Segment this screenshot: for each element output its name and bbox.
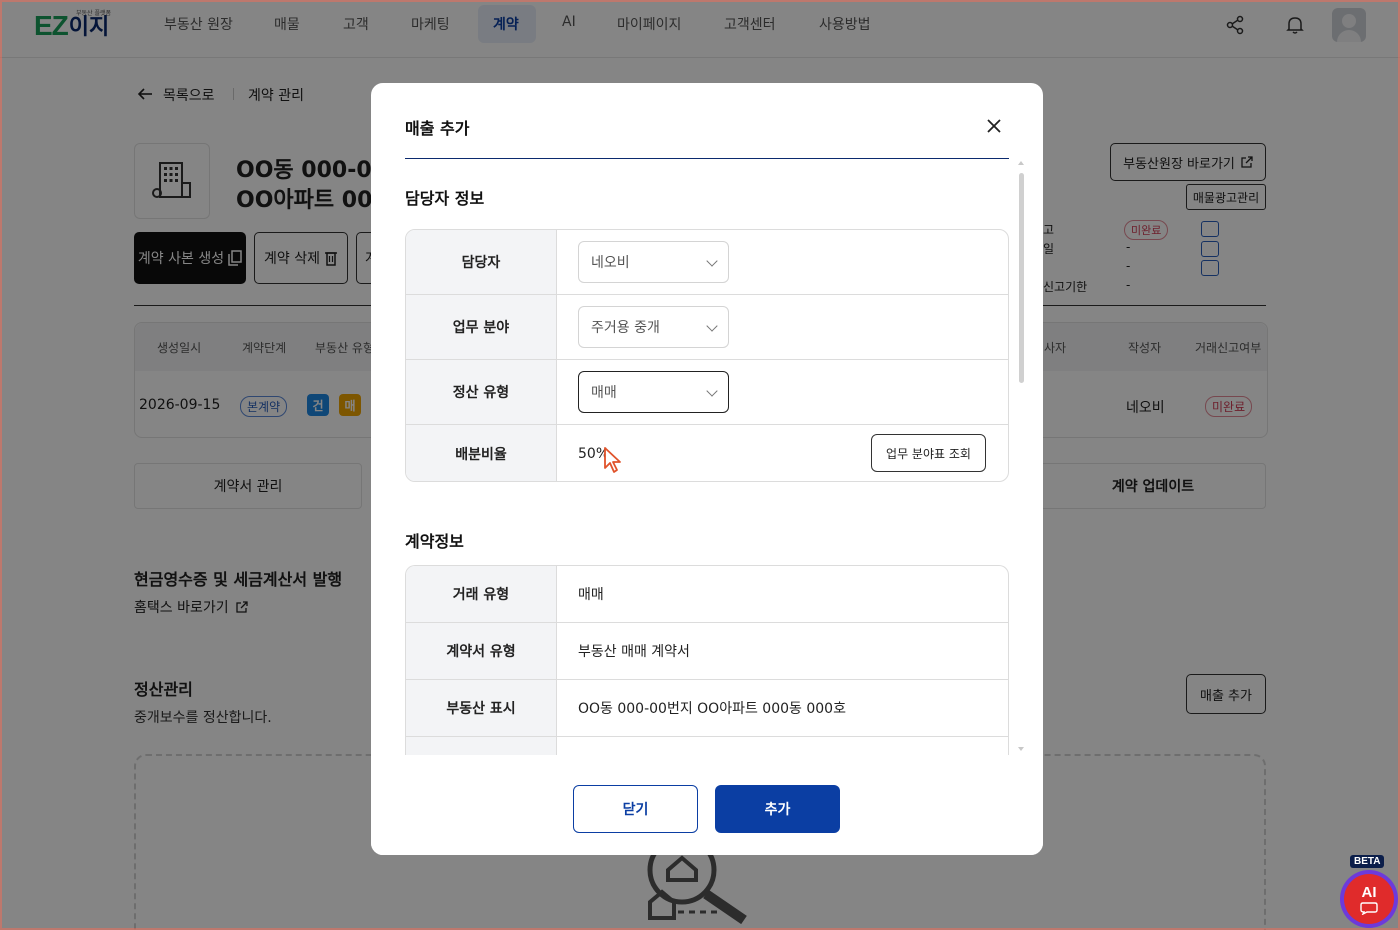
lookup-label: 업무 분야표 조회 xyxy=(886,446,971,461)
chevron-down-icon xyxy=(706,255,718,267)
settlement-type-value: 매매 xyxy=(591,385,617,401)
close-button-label: 닫기 xyxy=(622,802,649,818)
add-sales-modal: 매출 추가 담당자 정보 담당자 네오비 업무 분야 주거용 중개 정산 유형 … xyxy=(371,83,1043,855)
contract-doc-type-row: 계약서 유형 부동산 매매 계약서 xyxy=(406,623,1008,680)
modal-close-button[interactable]: 닫기 xyxy=(573,785,698,833)
manager-label: 담당자 xyxy=(406,230,557,294)
ratio-row: 배분비율 50% 업무 분야표 조회 xyxy=(406,425,1008,481)
close-icon[interactable] xyxy=(983,115,1005,137)
modal-title: 매출 추가 xyxy=(405,119,470,138)
modal-title-divider xyxy=(405,158,1009,159)
mouse-cursor-icon xyxy=(604,447,621,473)
settlement-type-select[interactable]: 매매 xyxy=(578,371,729,413)
manager-info-table: 담당자 네오비 업무 분야 주거용 중개 정산 유형 매매 배분비율 50% 업… xyxy=(405,229,1009,482)
ai-button-face: AI xyxy=(1344,874,1394,924)
business-field-select[interactable]: 주거용 중개 xyxy=(578,306,729,348)
ai-assistant-button[interactable]: AI xyxy=(1340,870,1398,928)
manager-select[interactable]: 네오비 xyxy=(578,241,729,283)
property-display-row: 부동산 표시 OO동 000-00번지 OO아파트 000동 000호 xyxy=(406,680,1008,737)
ai-label: AI xyxy=(1361,883,1377,901)
manager-row: 담당자 네오비 xyxy=(406,230,1008,295)
deal-type-value: 매매 xyxy=(578,587,604,603)
add-button-label: 추가 xyxy=(764,802,791,818)
page: EZ 이지 부동산 플랫폼 부동산 원장 매물 고객 마케팅 계약 AI 마이페… xyxy=(0,0,1400,930)
settlement-type-row: 정산 유형 매매 xyxy=(406,360,1008,425)
property-display-value: OO동 000-00번지 OO아파트 000동 000호 xyxy=(578,701,846,717)
deal-type-label: 거래 유형 xyxy=(406,566,557,622)
modal-scrollbar[interactable] xyxy=(1017,161,1027,753)
deal-type-row: 거래 유형 매매 xyxy=(406,566,1008,623)
modal-footer xyxy=(371,755,1043,855)
property-display-label: 부동산 표시 xyxy=(406,680,557,736)
settlement-type-label: 정산 유형 xyxy=(406,360,557,424)
business-field-label: 업무 분야 xyxy=(406,295,557,359)
business-field-lookup-button[interactable]: 업무 분야표 조회 xyxy=(871,434,986,472)
beta-badge: BETA xyxy=(1350,855,1385,868)
scrollbar-thumb[interactable] xyxy=(1019,173,1024,383)
ratio-label: 배분비율 xyxy=(406,425,557,481)
contract-doc-type-label: 계약서 유형 xyxy=(406,623,557,679)
business-field-row: 업무 분야 주거용 중개 xyxy=(406,295,1008,360)
chevron-down-icon xyxy=(706,320,718,332)
contract-section-title: 계약정보 xyxy=(405,532,464,551)
contract-doc-type-value: 부동산 매매 계약서 xyxy=(578,644,690,660)
manager-value: 네오비 xyxy=(591,255,630,271)
chevron-down-icon xyxy=(706,385,718,397)
modal-add-button[interactable]: 추가 xyxy=(715,785,840,833)
scroll-up-icon[interactable] xyxy=(1018,161,1024,165)
chat-bubble-icon xyxy=(1360,901,1378,915)
business-field-value: 주거용 중개 xyxy=(591,320,660,336)
manager-section-title: 담당자 정보 xyxy=(405,189,485,208)
scroll-down-icon[interactable] xyxy=(1018,747,1024,751)
